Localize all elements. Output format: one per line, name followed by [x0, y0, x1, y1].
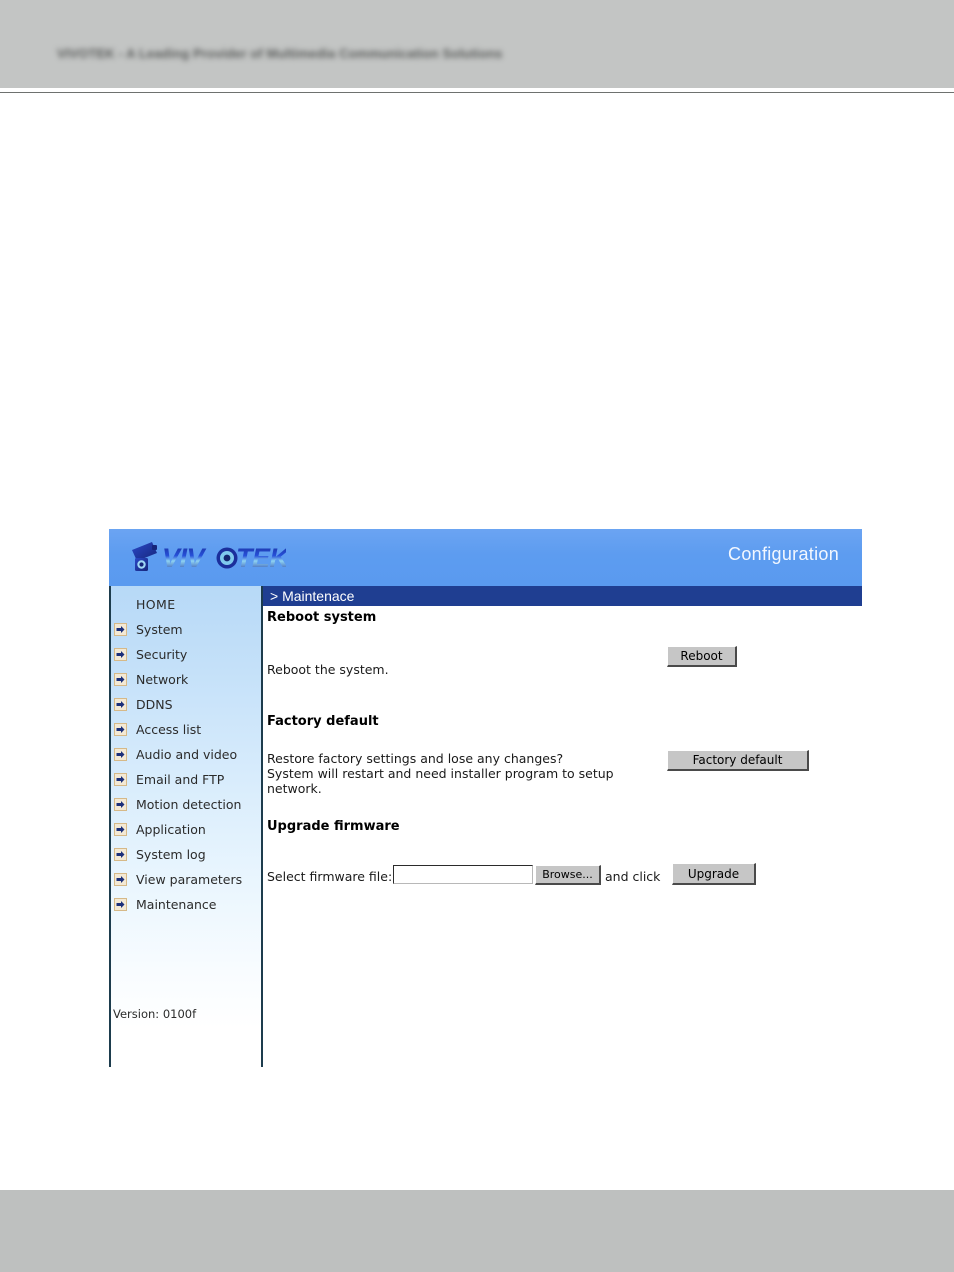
and-click-text: and click — [605, 869, 661, 884]
sidebar-item-label: Access list — [136, 722, 202, 737]
sidebar-item-application[interactable]: Application — [111, 817, 261, 842]
sidebar-item-access-list[interactable]: Access list — [111, 717, 261, 742]
arrow-right-icon — [114, 673, 127, 686]
sidebar-item-audio-and-video[interactable]: Audio and video — [111, 742, 261, 767]
reboot-button[interactable]: Reboot — [667, 646, 737, 667]
sidebar-item-system-log[interactable]: System log — [111, 842, 261, 867]
page-title: > Maintenace — [270, 588, 355, 604]
sidebar-item-label: Audio and video — [136, 747, 238, 762]
sidebar-item-view-parameters[interactable]: View parameters — [111, 867, 261, 892]
upgrade-firmware-section-heading: Upgrade firmware — [267, 819, 400, 834]
arrow-right-icon — [114, 798, 127, 811]
sidebar-item-home[interactable]: HOME — [111, 592, 261, 617]
banner-tagline-text: VIVOTEK - A Leading Provider of Multimed… — [57, 46, 503, 61]
factory-default-description-text: Restore factory settings and lose any ch… — [267, 751, 614, 796]
arrow-right-icon — [114, 723, 127, 736]
device-configuration-panel: VIV TEK Configuration HOME System Securi… — [109, 529, 862, 1067]
panel-mode-title: Configuration — [728, 544, 839, 564]
header-divider-rule — [0, 92, 954, 93]
home-bullet-placeholder — [114, 598, 127, 611]
sidebar-item-label: Application — [136, 822, 206, 837]
page-top-banner: VIVOTEK - A Leading Provider of Multimed… — [0, 0, 954, 88]
arrow-right-icon — [114, 873, 127, 886]
factory-default-button[interactable]: Factory default — [667, 750, 809, 771]
firmware-version-label: Version: 0100f — [113, 1007, 197, 1021]
arrow-right-icon — [114, 898, 127, 911]
arrow-right-icon — [114, 823, 127, 836]
sidebar-item-email-and-ftp[interactable]: Email and FTP — [111, 767, 261, 792]
svg-text:TEK: TEK — [236, 543, 286, 573]
select-firmware-file-label: Select firmware file: — [267, 869, 393, 884]
vivotek-logo[interactable]: VIV TEK — [126, 536, 286, 578]
sidebar-item-label: Security — [136, 647, 188, 662]
sidebar-item-label: System — [136, 622, 183, 637]
arrow-right-icon — [114, 698, 127, 711]
sidebar-item-label: Motion detection — [136, 797, 242, 812]
sidebar-item-label: DDNS — [136, 697, 173, 712]
sidebar-item-label: Email and FTP — [136, 772, 225, 787]
content-area: > Maintenace Reboot system Reboot the sy… — [263, 586, 862, 1010]
sidebar-item-label: Network — [136, 672, 189, 687]
panel-header-bar: VIV TEK Configuration — [109, 529, 862, 586]
upgrade-button[interactable]: Upgrade — [672, 863, 756, 885]
sidebar-item-system[interactable]: System — [111, 617, 261, 642]
sidebar-item-security[interactable]: Security — [111, 642, 261, 667]
sidebar-item-label: System log — [136, 847, 206, 862]
sidebar-item-ddns[interactable]: DDNS — [111, 692, 261, 717]
arrow-right-icon — [114, 648, 127, 661]
sidebar-item-maintenance[interactable]: Maintenance — [111, 892, 261, 917]
reboot-description-text: Reboot the system. — [267, 662, 389, 677]
arrow-right-icon — [114, 848, 127, 861]
page-bottom-banner — [0, 1190, 954, 1272]
arrow-right-icon — [114, 623, 127, 636]
arrow-right-icon — [114, 773, 127, 786]
navigation-sidebar: HOME System Security Network DDNS Access… — [109, 586, 261, 1067]
camera-glyph — [132, 542, 157, 571]
sidebar-item-motion-detection[interactable]: Motion detection — [111, 792, 261, 817]
reboot-section-heading: Reboot system — [267, 610, 377, 625]
svg-text:VIV: VIV — [162, 543, 207, 573]
browse-button[interactable]: Browse... — [535, 865, 601, 885]
sidebar-item-label: Maintenance — [136, 897, 217, 912]
sidebar-item-network[interactable]: Network — [111, 667, 261, 692]
firmware-file-input[interactable] — [393, 865, 533, 884]
sidebar-item-label: View parameters — [136, 872, 243, 887]
sidebar-item-label: HOME — [136, 597, 176, 612]
arrow-right-icon — [114, 748, 127, 761]
factory-default-section-heading: Factory default — [267, 714, 379, 729]
content-title-bar: > Maintenace — [263, 586, 862, 606]
panel-body: HOME System Security Network DDNS Access… — [109, 586, 862, 1067]
